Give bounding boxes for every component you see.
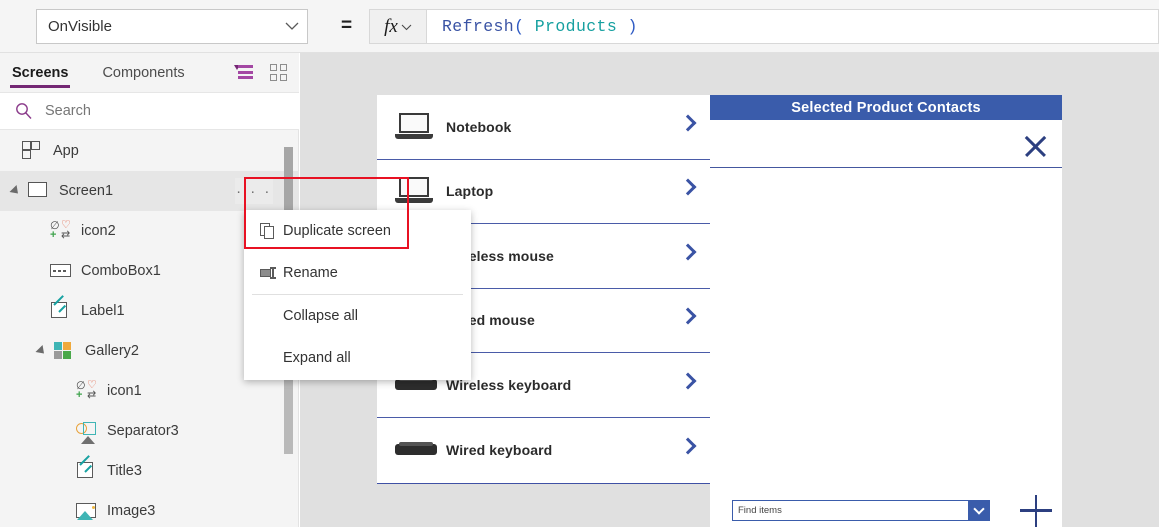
combobox-icon — [50, 261, 72, 281]
formula-open-paren: ( — [514, 17, 525, 36]
gallery-item-label: Wired keyboard — [446, 441, 553, 458]
power-apps-studio: OnVisible = fx Refresh( Products ) Scree… — [0, 0, 1159, 527]
close-x-icon[interactable] — [1022, 133, 1048, 159]
gallery-item[interactable]: Notebook — [377, 95, 712, 160]
tree-view-icon[interactable] — [234, 65, 253, 80]
formula-close-paren: ) — [627, 17, 638, 36]
equals-sign: = — [341, 15, 353, 36]
context-menu-item-label: Collapse all — [283, 308, 358, 324]
label-icon — [50, 295, 72, 321]
selected-product-contacts-panel: Selected Product Contacts Find items — [710, 95, 1062, 527]
tree-item-label: Screen1 — [59, 183, 114, 199]
search-icon — [15, 102, 33, 120]
tree-item-label: Separator3 — [107, 423, 179, 439]
context-menu-item-label: Expand all — [283, 350, 351, 366]
chevron-right-icon[interactable] — [679, 372, 697, 390]
chevron-right-icon[interactable] — [679, 437, 697, 455]
chevron-right-icon[interactable] — [679, 243, 697, 261]
chevron-down-icon — [285, 18, 299, 35]
tree-item-label: icon1 — [107, 383, 142, 399]
image-icon — [76, 501, 98, 521]
context-menu-item-label: Duplicate screen — [283, 223, 391, 239]
plus-icon[interactable] — [1020, 495, 1052, 527]
icon-control-icon: ∅ ♡ + ⇄ — [76, 379, 97, 401]
panel-first-row — [710, 120, 1062, 168]
rename-icon — [260, 265, 277, 282]
gallery-item-label: Laptop — [446, 183, 494, 200]
laptop-thumb — [395, 112, 433, 141]
tree-item-image3[interactable]: Image3 — [0, 491, 299, 527]
fx-dropdown-button[interactable]: fx — [369, 9, 427, 44]
gallery-item-label: Notebook — [446, 118, 512, 135]
screen-icon — [28, 181, 50, 201]
formula-bar: OnVisible = fx Refresh( Products ) — [0, 0, 1159, 53]
formula-function-token: Refresh — [442, 17, 515, 36]
tree-item-label: Title3 — [107, 463, 142, 479]
tab-screens-label: Screens — [12, 64, 69, 81]
tree-item-label: icon2 — [81, 223, 116, 239]
tree-item-screen1[interactable]: Screen1 · · · — [0, 171, 299, 211]
tree-item-title3[interactable]: Title3 — [0, 451, 299, 491]
view-toggle-group — [234, 64, 287, 81]
chevron-down-icon — [401, 18, 412, 36]
tab-screens[interactable]: Screens — [10, 53, 71, 92]
screen-more-options-button[interactable]: · · · — [235, 178, 273, 204]
gallery-icon — [54, 341, 76, 361]
separator-icon — [76, 421, 98, 444]
property-dropdown[interactable]: OnVisible — [36, 9, 308, 44]
context-menu-item-label: Rename — [283, 265, 338, 281]
chevron-expanded-icon[interactable] — [35, 344, 48, 358]
tree-item-separator3[interactable]: Separator3 — [0, 411, 299, 451]
grid-view-icon[interactable] — [270, 64, 287, 81]
tree-item-label: Image3 — [107, 503, 156, 519]
formula-table-token: Products — [534, 17, 618, 36]
find-items-placeholder: Find items — [738, 505, 782, 516]
tree-item-app[interactable]: App — [0, 131, 299, 171]
context-menu-item-expand-all[interactable]: Expand all — [244, 337, 471, 379]
search-input[interactable]: Search — [45, 103, 91, 119]
tree-item-label: Gallery2 — [85, 343, 139, 359]
screen-context-menu: Duplicate screen Rename Collapse all Exp… — [244, 210, 471, 380]
search-box[interactable]: Search — [0, 92, 299, 130]
tab-components[interactable]: Components — [100, 53, 186, 92]
chevron-right-icon[interactable] — [679, 178, 697, 196]
duplicate-icon — [260, 223, 277, 240]
label-icon — [76, 455, 98, 481]
tab-strip: Screens Components — [0, 53, 299, 92]
find-items-combobox[interactable]: Find items — [732, 500, 990, 521]
icon-control-icon: ∅ ♡ + ⇄ — [50, 219, 71, 241]
tree-item-label: ComboBox1 — [81, 263, 161, 279]
chevron-expanded-icon[interactable] — [9, 184, 22, 198]
chevron-right-icon[interactable] — [679, 114, 697, 132]
context-menu-item-rename[interactable]: Rename — [244, 252, 471, 294]
gallery-item[interactable]: Wired keyboard — [377, 418, 712, 483]
context-menu-item-collapse-all[interactable]: Collapse all — [244, 295, 471, 337]
laptop-thumb — [395, 177, 433, 205]
panel-title: Selected Product Contacts — [710, 95, 1062, 120]
formula-input[interactable]: Refresh( Products ) — [427, 9, 1159, 44]
keyboard-thumb — [395, 441, 439, 458]
tab-components-label: Components — [102, 64, 185, 81]
property-dropdown-value: OnVisible — [48, 18, 112, 35]
chevron-right-icon[interactable] — [679, 307, 697, 325]
tree-item-label: Label1 — [81, 303, 125, 319]
context-menu-item-duplicate-screen[interactable]: Duplicate screen — [244, 210, 471, 252]
fx-label: fx — [384, 15, 398, 37]
app-icon — [22, 141, 44, 161]
tree-item-label: App — [53, 143, 79, 159]
combobox-dropdown-button[interactable] — [968, 501, 989, 520]
